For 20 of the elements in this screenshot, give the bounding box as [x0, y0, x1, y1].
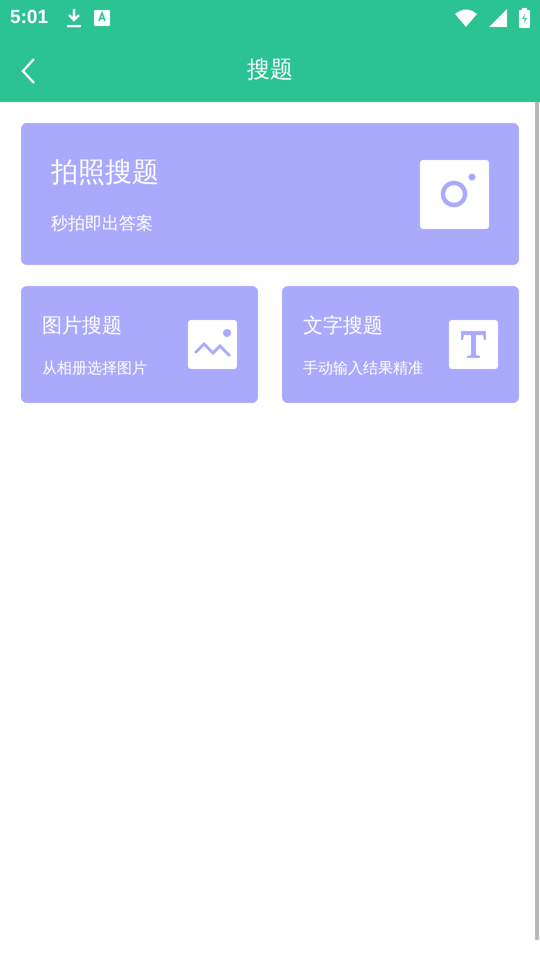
- card-subtitle: 从相册选择图片: [42, 358, 147, 378]
- battery-icon: [519, 8, 530, 28]
- wifi-icon: [455, 9, 477, 27]
- status-time: 5:01: [10, 7, 48, 29]
- signal-icon: [489, 9, 507, 27]
- card-subtitle: 秒拍即出答案: [51, 212, 154, 234]
- camera-icon: [420, 160, 489, 228]
- search-option-card[interactable]: 文字搜题 手动输入结果精准: [282, 286, 519, 403]
- font-icon: [94, 10, 110, 26]
- back-icon: [20, 57, 36, 85]
- photo-search-card[interactable]: 拍照搜题 秒拍即出答案: [21, 123, 519, 265]
- page-title: 搜题: [247, 56, 293, 84]
- card-subtitle: 手动输入结果精准: [303, 358, 423, 378]
- card-title: 拍照搜题: [51, 156, 159, 190]
- download-icon: [66, 7, 82, 29]
- card-title: 文字搜题: [303, 312, 384, 338]
- t-icon: [449, 320, 498, 369]
- image-icon: [188, 320, 237, 369]
- search-option-card[interactable]: 图片搜题 从相册选择图片: [21, 286, 258, 403]
- card-title: 图片搜题: [42, 312, 123, 338]
